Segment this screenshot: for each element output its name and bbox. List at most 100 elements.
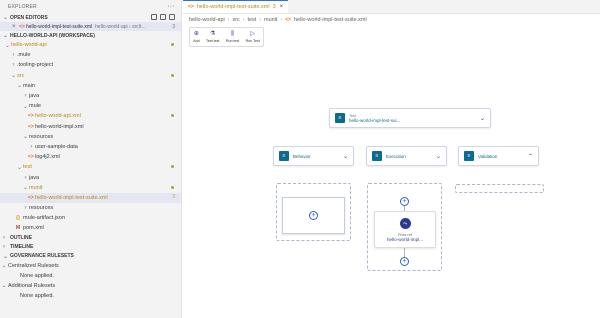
- open-editors-actions: [151, 14, 175, 20]
- toolbar-icon: ⊕: [193, 31, 199, 37]
- tree-item[interactable]: ⌄ resources: [0, 132, 181, 142]
- validation-card[interactable]: ≡ Validation ⌃: [458, 146, 539, 166]
- chevron-right-icon: ›: [12, 62, 15, 69]
- chevron-right-icon: ›: [12, 52, 15, 59]
- tree-item[interactable]: › java: [0, 172, 181, 182]
- timeline-section[interactable]: › TIMELINE: [0, 243, 181, 252]
- tree-item[interactable]: ⌄ test: [0, 162, 181, 172]
- tree-item[interactable]: <> log4j2.xml: [0, 152, 181, 162]
- open-editor-item[interactable]: × <> hello-world-impl-test-suite.xml hel…: [0, 22, 181, 31]
- problem-count-badge: 3: [172, 23, 175, 30]
- toolbar-button[interactable]: ⊕ Add: [193, 31, 199, 43]
- tree-item-label: hello-world-impl.xml: [35, 123, 84, 130]
- chevron-right-icon: ›: [259, 16, 262, 23]
- governance-section[interactable]: ⌄ GOVERNANCE RULESETS: [0, 252, 181, 261]
- tree-item[interactable]: › .mule: [0, 50, 181, 60]
- tree-item-label: hello-world-api: [11, 42, 47, 49]
- tree-item[interactable]: ⌄ main: [0, 81, 181, 91]
- additional-rulesets[interactable]: ⌄ Additional Rulesets: [0, 281, 181, 291]
- new-file-icon[interactable]: [151, 14, 157, 20]
- tree-item[interactable]: › resources: [0, 203, 181, 213]
- toolbar-button[interactable]: ⚗ Test test: [206, 31, 219, 43]
- chevron-down-icon: ⌄: [22, 134, 29, 141]
- tree-item-label: user-sample-data: [35, 143, 78, 150]
- tree-item[interactable]: › user-sample-data: [0, 142, 181, 152]
- explorer-sidebar: EXPLORER ··· ⌄ OPEN EDITORS × <> hello-w…: [0, 0, 182, 318]
- toolbar-button[interactable]: ▷ Run Test: [246, 31, 260, 43]
- breadcrumb-item[interactable]: munit: [264, 17, 277, 23]
- save-all-icon[interactable]: [160, 14, 166, 20]
- toolbar-label: Add: [193, 39, 200, 43]
- chevron-down-icon: ⌄: [1, 283, 7, 290]
- breadcrumb-item[interactable]: hello-world-impl-test-suite.xml: [294, 17, 367, 23]
- breadcrumb-item[interactable]: hello-world-api: [189, 17, 225, 23]
- chevron-down-icon: ⌄: [10, 73, 17, 80]
- chevron-down-icon[interactable]: ⌄: [480, 115, 485, 122]
- tree-item[interactable]: {} mule-artifact.json: [0, 213, 181, 223]
- tree-item-label: test: [23, 164, 32, 171]
- behavior-card[interactable]: ≡ Behavior ⌄: [273, 146, 354, 166]
- chevron-down-icon: ⌄: [4, 42, 11, 49]
- chevron-right-icon: ›: [30, 143, 33, 150]
- tree-item-label: .tooling-project: [17, 62, 54, 69]
- tree-item[interactable]: ⌄ munit: [0, 183, 181, 193]
- json-file-icon: {}: [16, 215, 20, 222]
- add-icon[interactable]: +: [400, 257, 409, 266]
- validation-icon: ≡: [464, 151, 474, 161]
- additional-label: Additional Rulesets: [8, 282, 56, 289]
- chevron-down-icon: ⌄: [1, 263, 7, 270]
- tree-item[interactable]: › java: [0, 91, 181, 101]
- open-editors-label: OPEN EDITORS: [10, 14, 48, 21]
- chevron-up-icon[interactable]: ⌃: [528, 153, 533, 160]
- test-icon: ≡: [335, 113, 345, 123]
- editor-area: <> hello-world-impl-test-suite.xml 3 × h…: [183, 0, 600, 318]
- modified-dot-icon: [171, 43, 174, 46]
- flow-ref-card[interactable]: ⤳ Flow ref hello-world-impl...: [374, 211, 436, 248]
- execution-card[interactable]: ≡ Execution ⌄: [366, 146, 447, 166]
- close-icon[interactable]: ×: [280, 4, 284, 10]
- test-card[interactable]: ≡ Test hello-world-impl-test-sui... ⌄: [329, 108, 491, 128]
- chevron-down-icon[interactable]: ⌄: [343, 153, 348, 160]
- toolbar-button[interactable]: ⫼ Run test: [226, 31, 239, 43]
- outline-label: OUTLINE: [10, 235, 32, 242]
- breadcrumb-item[interactable]: test: [247, 17, 256, 23]
- open-editor-path: hello-world-api › src/t...: [95, 23, 146, 30]
- tree-item[interactable]: <> hello-world-api.xml: [0, 111, 181, 121]
- chevron-down-icon: ⌄: [3, 253, 9, 260]
- chevron-down-icon: ⌄: [22, 185, 29, 192]
- breadcrumb-item[interactable]: src: [232, 17, 239, 23]
- xml-file-icon: <>: [19, 23, 25, 30]
- chevron-right-icon: ›: [280, 16, 283, 23]
- problem-count-badge: 3: [172, 193, 175, 200]
- centralized-note: None applied.: [20, 272, 54, 279]
- workspace-label: HELLO-WORLD-API (WORKSPACE): [10, 32, 95, 39]
- close-all-icon[interactable]: [169, 14, 175, 20]
- add-icon[interactable]: +: [309, 211, 318, 220]
- tree-item[interactable]: Mpom.xml: [0, 223, 181, 233]
- more-actions-icon[interactable]: ···: [167, 3, 175, 10]
- tree-item-label: hello-world-impl-test-suite.xml: [35, 194, 108, 201]
- outline-section[interactable]: › OUTLINE: [0, 234, 181, 243]
- centralized-rulesets[interactable]: ⌄ Centralized Rulesets: [0, 261, 181, 271]
- chevron-down-icon[interactable]: ⌄: [436, 153, 441, 160]
- modified-dot-icon: [171, 185, 174, 189]
- tree-item[interactable]: ⌄ src: [0, 71, 181, 81]
- flow-ref-name: hello-world-impl...: [387, 237, 423, 242]
- workspace-section[interactable]: ⌄ HELLO-WORLD-API (WORKSPACE): [0, 31, 181, 40]
- close-icon[interactable]: ×: [12, 24, 19, 30]
- tab-test-suite[interactable]: <> hello-world-impl-test-suite.xml 3 ×: [183, 0, 289, 13]
- open-editors-section[interactable]: ⌄ OPEN EDITORS: [0, 13, 181, 22]
- tree-item[interactable]: ⌄ hello-world-api: [0, 40, 181, 50]
- tree-item[interactable]: › .tooling-project: [0, 60, 181, 70]
- munit-canvas: ⊕ Add ⚗ Test test ⫼ Run test ▷ Run Test ≡ Test …: [183, 25, 600, 318]
- xml-file-icon: <>: [28, 194, 34, 201]
- tree-item-label: resources: [29, 205, 54, 212]
- add-icon[interactable]: +: [400, 197, 409, 206]
- problem-count-badge: 3: [272, 4, 276, 10]
- tree-item[interactable]: ⌄ mule: [0, 101, 181, 111]
- tree-item-label: src: [17, 72, 25, 79]
- validation-dropzone[interactable]: [455, 184, 544, 193]
- tree-item[interactable]: <> hello-world-impl.xml: [0, 122, 181, 132]
- tree-item[interactable]: <> hello-world-impl-test-suite.xml 3: [0, 192, 181, 203]
- toolbar-icon: ⚗: [210, 31, 216, 37]
